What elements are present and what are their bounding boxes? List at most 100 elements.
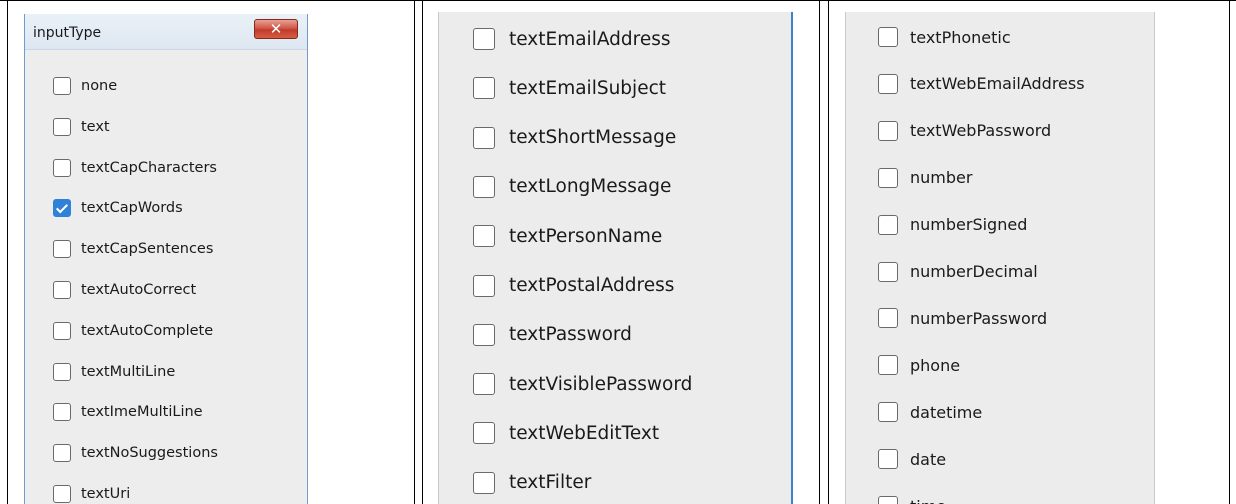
checkbox[interactable]	[878, 449, 898, 470]
checkbox[interactable]	[878, 308, 898, 329]
table-border-left	[7, 0, 8, 504]
checkbox-item[interactable]: textLongMessage	[473, 175, 672, 198]
checkbox-item[interactable]: phone	[878, 355, 961, 376]
checkbox-item[interactable]: textUri	[53, 485, 130, 503]
checkbox[interactable]	[878, 214, 898, 235]
checkbox-item[interactable]: textCapCharacters	[53, 158, 217, 177]
checkbox-item[interactable]: number	[878, 167, 973, 188]
checkbox[interactable]	[878, 261, 898, 282]
checkbox-label: textMultiLine	[81, 363, 176, 380]
checkbox-item[interactable]: numberSigned	[878, 214, 1028, 235]
checkbox[interactable]	[53, 444, 71, 463]
input-type-dialog: inputType ✕ none text textCapCharacters tex…	[24, 14, 308, 504]
checkbox-item[interactable]: textPostalAddress	[473, 274, 675, 297]
checkbox[interactable]	[473, 323, 495, 346]
checkbox-label: textEmailAddress	[509, 28, 671, 50]
checkbox[interactable]	[53, 321, 71, 340]
checkbox-label: textShortMessage	[509, 127, 677, 149]
checkbox-label: phone	[910, 355, 961, 375]
checkbox-item[interactable]: textImeMultiLine	[53, 403, 203, 422]
close-icon: ✕	[269, 20, 283, 38]
checkbox-item[interactable]: textEmailAddress	[473, 28, 671, 50]
checkbox[interactable]	[878, 27, 898, 47]
checkbox-list-panel: textEmailAddress textEmailSubject textShor…	[438, 12, 793, 504]
checkbox[interactable]	[53, 240, 71, 259]
checkbox-item[interactable]: date	[878, 449, 947, 470]
checkbox-checked[interactable]	[53, 199, 71, 218]
checkbox-item[interactable]: textWebPassword	[878, 120, 1052, 141]
checkbox[interactable]	[473, 471, 495, 494]
checkbox[interactable]	[53, 362, 71, 381]
checkbox-label: textNoSuggestions	[81, 445, 218, 462]
checkbox[interactable]	[473, 422, 495, 445]
checkbox[interactable]	[473, 126, 495, 149]
checkbox-item[interactable]: time	[878, 496, 946, 504]
checkbox-label: number	[910, 168, 973, 188]
checkbox[interactable]	[878, 496, 898, 504]
table-top-border	[0, 0, 1236, 1]
checkbox-item[interactable]: textAutoCorrect	[53, 281, 196, 299]
checkbox-item[interactable]: textWebEditText	[473, 422, 660, 445]
checkbox-label: textAutoComplete	[81, 322, 214, 339]
checkbox-item[interactable]: text	[53, 117, 110, 136]
dialog-titlebar[interactable]: inputType ✕	[25, 14, 307, 50]
checkbox-item[interactable]: textCapWords	[53, 199, 183, 218]
checkbox-item[interactable]: textNoSuggestions	[53, 444, 218, 463]
checkbox-item[interactable]: textVisiblePassword	[473, 373, 693, 396]
checkbox-label: textCapWords	[81, 200, 183, 217]
checkbox-item[interactable]: textCapSentences	[53, 240, 213, 259]
close-button[interactable]: ✕	[254, 19, 298, 39]
table-border	[828, 0, 829, 504]
checkbox-item[interactable]: numberDecimal	[878, 261, 1038, 282]
checkbox[interactable]	[473, 274, 495, 297]
checkbox-list-panel: textPhonetic textWebEmailAddress textWebPa…	[845, 12, 1155, 504]
checkbox-label: time	[910, 497, 946, 504]
checkbox-item[interactable]: textAutoComplete	[53, 321, 214, 340]
checkbox-label: textEmailSubject	[509, 77, 666, 99]
checkbox-label: numberDecimal	[910, 262, 1038, 281]
checkbox-item[interactable]: textEmailSubject	[473, 77, 666, 100]
checkbox-item[interactable]: textWebEmailAddress	[878, 73, 1085, 94]
checkbox[interactable]	[53, 403, 71, 422]
checkbox-label: textPhonetic	[910, 27, 1011, 47]
checkbox[interactable]	[878, 402, 898, 423]
checkbox[interactable]	[473, 77, 495, 100]
checkbox-label: date	[910, 449, 947, 469]
checkbox-item[interactable]: textPassword	[473, 323, 632, 346]
checkbox-item[interactable]: datetime	[878, 402, 982, 423]
checkbox-label: textFilter	[509, 472, 592, 494]
checkbox-label: textImeMultiLine	[81, 404, 203, 421]
checkbox[interactable]	[53, 117, 71, 136]
checkbox[interactable]	[53, 158, 71, 177]
checkbox-label: text	[81, 118, 110, 135]
checkbox[interactable]	[878, 120, 898, 141]
checkbox-item[interactable]: textMultiLine	[53, 362, 176, 381]
checkbox-label: textWebEditText	[509, 422, 660, 444]
checkbox-item[interactable]: none	[53, 77, 117, 95]
checkbox-label: textUri	[81, 486, 131, 502]
table-border-right	[1229, 0, 1230, 504]
checkbox[interactable]	[878, 355, 898, 376]
checkbox-item[interactable]: textFilter	[473, 471, 592, 494]
checkbox[interactable]	[878, 73, 898, 94]
checkbox[interactable]	[473, 28, 495, 50]
checkbox-label: textPostalAddress	[509, 275, 675, 296]
checkbox-label: textLongMessage	[509, 176, 672, 198]
checkbox-label: textVisiblePassword	[509, 373, 693, 395]
checkbox[interactable]	[473, 225, 495, 248]
checkbox-item[interactable]: textPhonetic	[878, 27, 1011, 47]
checkbox-item[interactable]: numberPassword	[878, 308, 1047, 329]
checkbox-label: textPersonName	[509, 225, 663, 247]
checkbox-label: textWebPassword	[910, 121, 1052, 141]
checkbox-item[interactable]: textPersonName	[473, 225, 663, 248]
checkbox[interactable]	[53, 281, 71, 299]
checkbox-item[interactable]: textShortMessage	[473, 126, 677, 149]
checkbox-label: textAutoCorrect	[81, 282, 197, 298]
checkbox[interactable]	[473, 175, 495, 198]
checkbox[interactable]	[878, 167, 898, 188]
checkbox-label: numberSigned	[910, 215, 1028, 235]
checkbox[interactable]	[473, 373, 495, 396]
checkbox-label: textPassword	[509, 324, 632, 346]
checkbox[interactable]	[53, 77, 71, 95]
checkbox[interactable]	[53, 485, 71, 503]
